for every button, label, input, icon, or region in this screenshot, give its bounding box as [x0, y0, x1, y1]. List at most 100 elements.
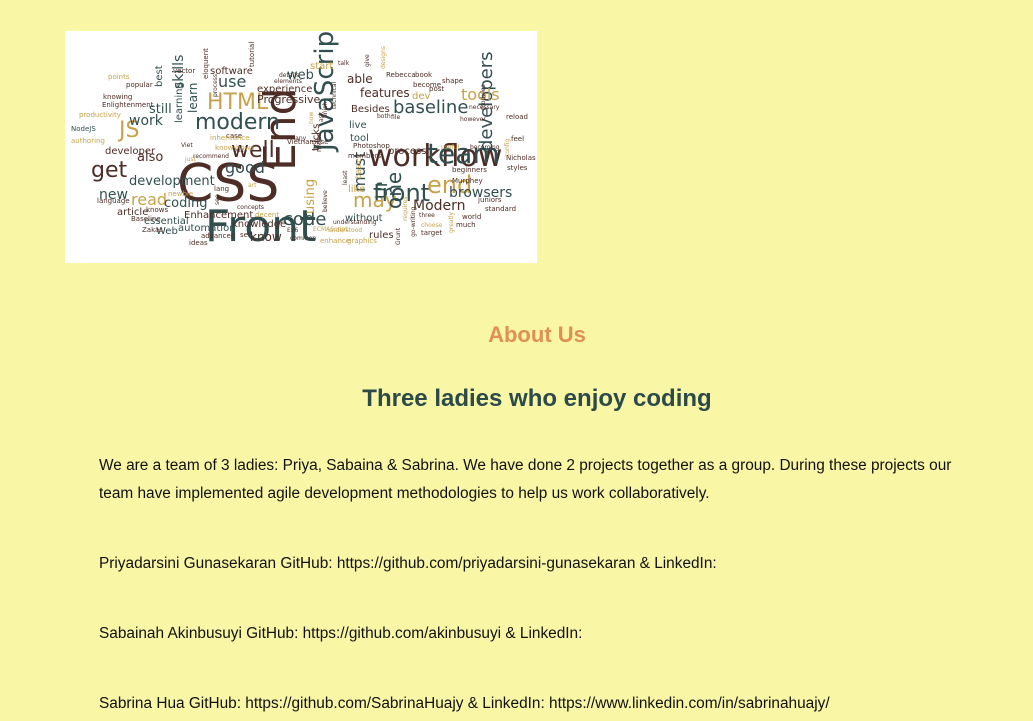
word-cloud-image: CSS Front End workflow JavaScript team front en…: [65, 31, 537, 263]
github-link[interactable]: https://github.com/SabrinaHuajy: [245, 695, 463, 712]
word-cloud-word: points: [108, 73, 130, 81]
github-link[interactable]: https://github.com/priyadarsini-gunaseka…: [337, 555, 636, 572]
word-cloud-word: members: [348, 152, 382, 160]
intro-paragraph: We are a team of 3 ladies: Priya, Sabain…: [99, 457, 952, 502]
word-cloud-word: Enhancement: [184, 210, 253, 221]
linkedin-label: & LinkedIn:: [501, 625, 583, 642]
member-line: Sabrina Hua GitHub: https://github.com/S…: [99, 690, 979, 718]
word-cloud-word: know: [250, 230, 282, 244]
word-cloud-word: live: [349, 120, 367, 131]
word-cloud-word: tutorial: [248, 42, 256, 67]
word-cloud-word: three: [419, 212, 435, 219]
word-cloud-word: learning: [174, 82, 185, 123]
word-cloud-word: however: [460, 116, 486, 123]
word-cloud-word: set: [240, 231, 251, 239]
word-cloud-word: developer: [105, 146, 156, 157]
word-cloud-word: finish: [322, 102, 329, 118]
word-cloud-word: able: [347, 72, 373, 86]
word-cloud-word: Many: [290, 135, 307, 142]
word-cloud-word: popular: [126, 81, 153, 89]
word-cloud-word: good: [225, 158, 265, 177]
word-cloud-word: least: [342, 170, 349, 185]
word-cloud-word: understanding: [333, 219, 377, 226]
word-cloud-word: post: [429, 85, 444, 93]
about-subheading: Three ladies who enjoy coding: [362, 385, 712, 412]
word-cloud-word: designs: [380, 46, 387, 69]
word-cloud-word: Grunt: [395, 227, 402, 245]
word-cloud-word: book: [415, 71, 433, 79]
word-cloud-word: both: [377, 113, 391, 120]
word-cloud-word: now: [308, 112, 315, 124]
word-cloud-word: make: [315, 133, 323, 152]
word-cloud-word: NodeJS: [71, 125, 96, 133]
word-cloud-word: common: [290, 235, 316, 242]
word-cloud-word: choose: [421, 222, 443, 229]
about-heading: About Us: [488, 322, 586, 347]
github-link[interactable]: https://github.com/akinbusuyi: [303, 625, 501, 642]
word-cloud-word: reload: [506, 113, 528, 121]
member-name: Sabrina Hua GitHub:: [99, 695, 246, 712]
word-cloud-word: basic: [354, 158, 363, 179]
word-cloud-word: art: [248, 182, 257, 189]
word-cloud-word: knows: [146, 206, 168, 214]
word-cloud-word: Zakas: [142, 226, 163, 234]
word-cloud-word: decent: [255, 211, 279, 219]
word-cloud-word: believe: [322, 190, 329, 212]
word-cloud-word: see: [214, 194, 221, 205]
word-cloud-word: styles: [507, 164, 528, 172]
word-cloud-word: process: [212, 74, 219, 97]
word-cloud-word: start: [310, 61, 333, 72]
word-cloud-word: ideas: [189, 239, 208, 247]
word-cloud-word: lang: [214, 185, 229, 193]
word-cloud-graphic: CSSFrontEnd workflowJavaScriptteamfronten…: [71, 31, 536, 252]
word-cloud-word: development: [129, 174, 215, 189]
word-cloud-word: much: [456, 221, 476, 229]
word-cloud-word: recommend: [193, 153, 229, 160]
word-cloud-word: knowing: [103, 93, 132, 101]
word-cloud-word: ECMAScript: [313, 226, 348, 233]
word-cloud-word: eloquent: [202, 48, 210, 79]
word-cloud-word: give: [364, 54, 371, 67]
word-cloud-word: UI: [372, 183, 391, 199]
member-line: Priyadarsini Gunasekaran GitHub: https:/…: [99, 550, 979, 578]
word-cloud-word: target: [421, 229, 443, 237]
word-cloud-word: know-hows: [215, 144, 254, 152]
word-cloud-word: feel: [511, 135, 524, 143]
word-cloud-word: experience: [257, 84, 312, 95]
member-line: Sabainah Akinbusuyi GitHub: https://gith…: [99, 620, 979, 648]
word-cloud-word: coding: [164, 196, 207, 211]
about-page: CSS Front End workflow JavaScript team front en…: [0, 0, 1033, 721]
word-cloud-word: talk: [338, 60, 350, 67]
word-cloud-word: productivity: [79, 111, 121, 119]
word-cloud-word: greatly: [448, 211, 455, 233]
word-cloud-word: Enlightenment: [102, 101, 154, 109]
word-cloud-word: useful: [441, 144, 460, 151]
word-cloud-word: necessary: [469, 104, 500, 111]
word-cloud-word: like: [348, 184, 365, 195]
word-cloud-word: file: [391, 114, 400, 121]
word-cloud-word: beginners: [452, 166, 487, 174]
word-cloud-word: Baseline: [131, 215, 161, 223]
word-cloud-word: authoring: [71, 137, 105, 145]
word-cloud-word: baseline: [393, 97, 468, 118]
word-cloud-word: ES6: [287, 227, 299, 234]
word-cloud-word: graphics: [347, 237, 377, 245]
word-cloud-word: concepts: [237, 204, 264, 211]
word-cloud-word: requires: [402, 197, 409, 221]
word-cloud-word: go-writing: [410, 206, 417, 237]
linkedin-label: & LinkedIn:: [463, 695, 550, 712]
word-cloud-word: get: [91, 158, 128, 183]
word-cloud-word: vector: [173, 67, 195, 75]
word-cloud-word: just: [184, 156, 197, 163]
word-cloud-word: world: [462, 213, 481, 221]
word-cloud-word: elements: [274, 78, 302, 85]
word-cloud-word: best: [154, 65, 165, 87]
word-cloud-word: shape: [442, 77, 463, 85]
word-cloud-word: using: [303, 179, 318, 214]
linkedin-label: & LinkedIn:: [635, 555, 717, 572]
word-cloud-word: features: [360, 86, 410, 100]
member-name: Priyadarsini Gunasekaran GitHub:: [99, 555, 337, 572]
word-cloud-word: config: [504, 138, 511, 157]
word-cloud-word: language: [97, 197, 130, 205]
linkedin-link[interactable]: https://www.linkedin.com/in/sabrinahuajy…: [549, 695, 830, 712]
